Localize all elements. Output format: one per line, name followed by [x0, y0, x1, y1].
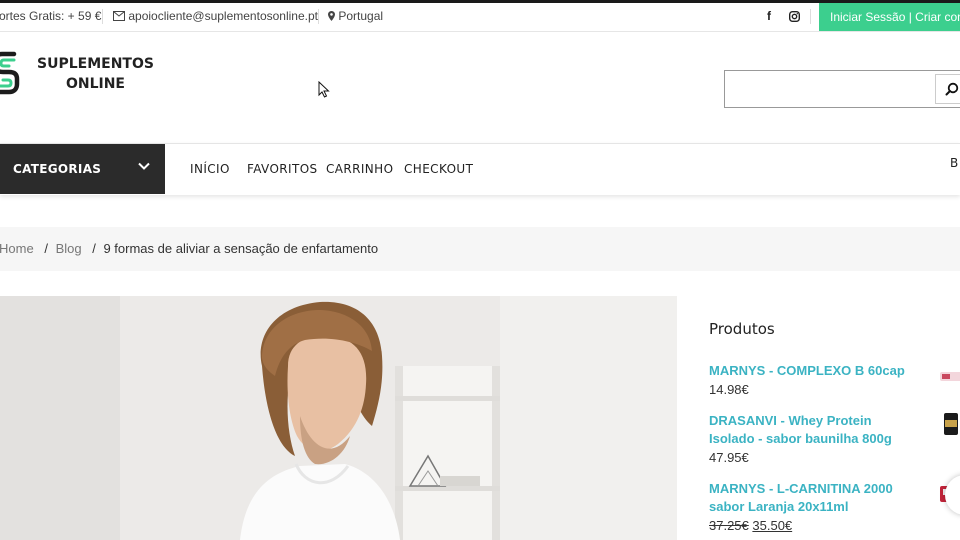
- product-link[interactable]: DRASANVI - Whey Protein Isolado - sabor …: [709, 412, 919, 448]
- main-navigation: CATEGORIAS INÍCIO FAVORITOS CARRINHO CHE…: [0, 143, 960, 195]
- top-bar: ortes Gratis: + 59 € apoiocliente@suplem…: [0, 3, 960, 32]
- breadcrumb-separator: /: [44, 241, 48, 256]
- envelope-icon: [113, 11, 125, 21]
- location: Portugal: [328, 9, 383, 23]
- logo-icon[interactable]: [0, 50, 22, 96]
- search-input[interactable]: [724, 70, 960, 108]
- email-text: apoiocliente@suplementosonline.pt: [128, 9, 318, 23]
- product-price-sale: 37.25€ 35.50€: [709, 518, 792, 533]
- product-old-price: 37.25€: [709, 518, 749, 533]
- breadcrumb-current: 9 formas de aliviar a sensação de enfart…: [103, 241, 379, 256]
- free-shipping-text: ortes Gratis: + 59 €: [0, 9, 102, 23]
- brand-line-2: ONLINE: [65, 76, 125, 92]
- facebook-icon[interactable]: f: [767, 9, 771, 23]
- divider: [102, 9, 103, 24]
- nav-link-checkout[interactable]: CHECKOUT: [404, 162, 473, 176]
- breadcrumb: Home / Blog / 9 formas de aliviar a sens…: [0, 227, 960, 271]
- sidebar-products-title: Produtos: [709, 320, 775, 338]
- categories-dropdown[interactable]: CATEGORIAS: [0, 144, 165, 194]
- nav-right-item[interactable]: B: [950, 156, 958, 170]
- product-price: 47.95€: [709, 450, 749, 465]
- product-thumbnail[interactable]: [940, 413, 960, 435]
- brand-logo-text[interactable]: SUPLEMENTOS ONLINE: [37, 54, 154, 94]
- divider: [810, 9, 811, 24]
- location-text: Portugal: [338, 9, 384, 23]
- chevron-down-icon: [138, 162, 150, 170]
- nav-link-carrinho[interactable]: CARRINHO: [326, 162, 393, 176]
- product-new-price: 35.50€: [752, 518, 793, 533]
- email-contact[interactable]: apoiocliente@suplementosonline.pt: [113, 9, 318, 23]
- login-signup-button[interactable]: Iniciar Sessão | Criar conta: [819, 3, 960, 31]
- nav-link-inicio[interactable]: INÍCIO: [190, 162, 230, 176]
- instagram-icon[interactable]: [788, 10, 801, 25]
- breadcrumb-home[interactable]: Home: [0, 241, 34, 256]
- floating-action-button[interactable]: [945, 475, 960, 515]
- nav-link-favoritos[interactable]: FAVORITOS: [247, 162, 318, 176]
- article-featured-image: [0, 296, 677, 540]
- breadcrumb-separator: /: [92, 241, 96, 256]
- product-price: 14.98€: [709, 382, 749, 397]
- map-pin-icon: [328, 11, 335, 21]
- product-thumbnail[interactable]: [940, 365, 960, 387]
- divider: [318, 9, 319, 24]
- breadcrumb-blog[interactable]: Blog: [56, 241, 82, 256]
- product-link[interactable]: MARNYS - COMPLEXO B 60cap: [709, 362, 919, 380]
- brand-line-1: SUPLEMENTOS: [37, 56, 154, 72]
- mouse-cursor-icon: [318, 81, 330, 98]
- search-button[interactable]: [935, 74, 960, 104]
- product-link[interactable]: MARNYS - L-CARNITINA 2000 sabor Laranja …: [709, 480, 919, 516]
- search-icon: [945, 82, 959, 96]
- categories-label: CATEGORIAS: [13, 162, 102, 176]
